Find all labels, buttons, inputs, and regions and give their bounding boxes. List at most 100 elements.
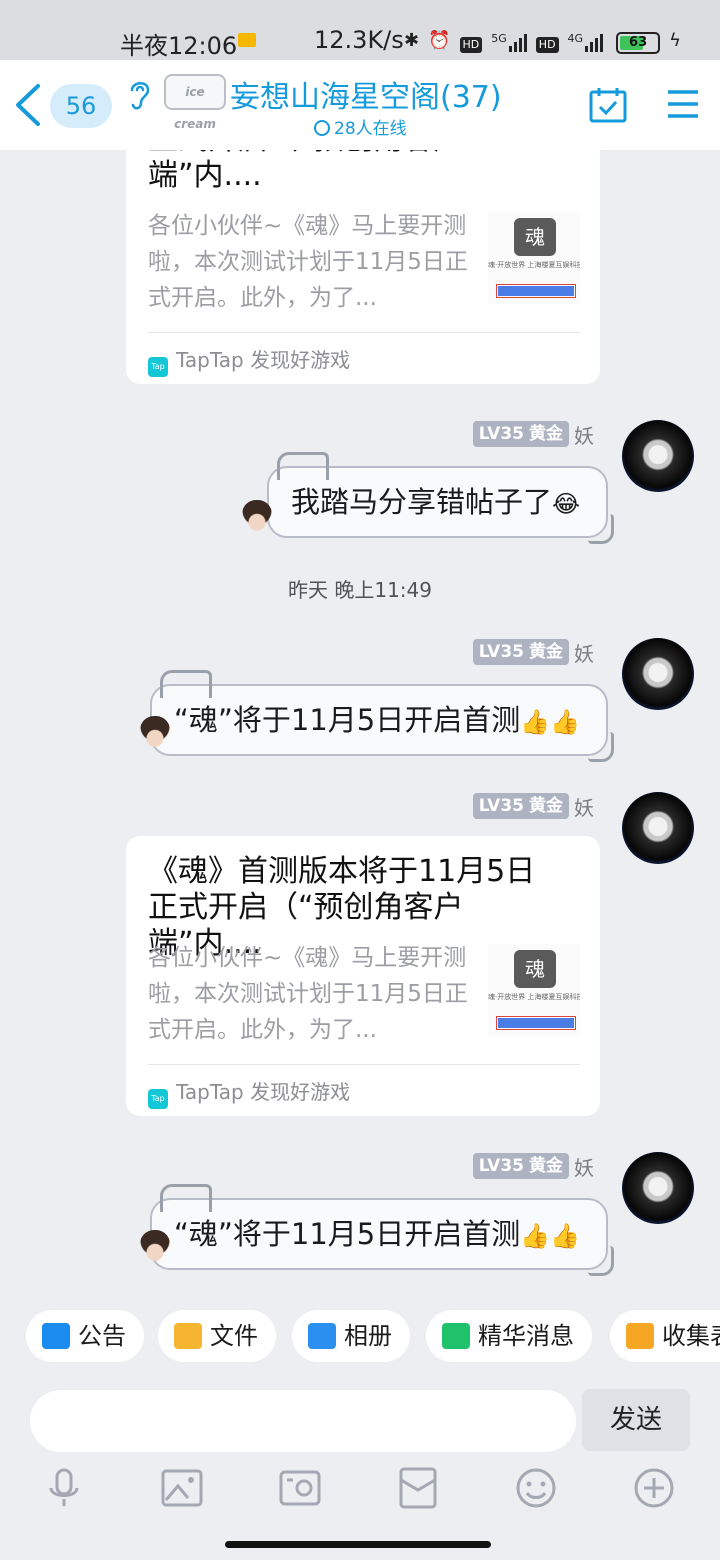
tool-album[interactable]: 相册 bbox=[292, 1310, 410, 1362]
rank-text: 黄金 bbox=[529, 796, 563, 816]
level-text: LV35 bbox=[478, 642, 524, 662]
bubble-decoration bbox=[276, 452, 329, 480]
bubble-decoration-2 bbox=[588, 732, 614, 762]
status-icons: ✱ ⏰ HD 5G HD 4G 63 ϟ bbox=[404, 26, 681, 56]
network-type-label: 5G bbox=[491, 32, 507, 45]
link-card[interactable]: 《魂》首测版本将于11月5日正式开启（“预创角客户端”内.... 各位小伙伴~《… bbox=[126, 836, 600, 1116]
sender-nickname[interactable]: 妖 bbox=[574, 638, 594, 667]
group-title[interactable]: 妄想山海星空阁(37) bbox=[230, 72, 502, 116]
card-divider bbox=[148, 1064, 580, 1065]
tool-label: 相册 bbox=[344, 1322, 392, 1350]
link-card-source: Tap TapTap 发现好游戏 bbox=[148, 1076, 350, 1109]
signal-4g-icon: 4G bbox=[568, 30, 604, 52]
sender-avatar[interactable] bbox=[622, 792, 694, 864]
tool-announcement[interactable]: 公告 bbox=[26, 1310, 144, 1362]
message-emoji: 👍👍 bbox=[520, 1222, 580, 1250]
status-time: 半夜12:06 bbox=[120, 32, 238, 60]
tool-label: 文件 bbox=[210, 1322, 258, 1350]
essence-icon bbox=[442, 1323, 470, 1349]
bubble-chibi-decoration bbox=[140, 1230, 170, 1266]
charging-icon: ϟ bbox=[669, 30, 681, 51]
level-badge: LV35 黄金 bbox=[472, 639, 569, 665]
network-type-label-2: 4G bbox=[567, 32, 584, 45]
camera-icon[interactable] bbox=[278, 1466, 322, 1510]
rank-text: 黄金 bbox=[529, 642, 563, 662]
network-speed: 12.3K/s bbox=[314, 26, 404, 54]
thumbnail-caption: 魂·开放世界 上海楼夏互娱科技有限公司 for iOS bbox=[488, 993, 580, 1001]
menu-icon[interactable] bbox=[666, 88, 700, 120]
hd-badge: HD bbox=[459, 36, 483, 53]
home-indicator[interactable] bbox=[225, 1541, 491, 1548]
message-emoji: 😂 bbox=[551, 490, 580, 518]
folder-icon bbox=[174, 1323, 202, 1349]
message-text: 我踏马分享错帖子了 bbox=[290, 485, 552, 519]
rank-text: 黄金 bbox=[529, 424, 563, 444]
back-arrow-icon[interactable] bbox=[8, 80, 48, 130]
level-badge: LV35 黄金 bbox=[472, 793, 569, 819]
hd-badge-2: HD bbox=[535, 36, 559, 53]
tool-label: 收集表 bbox=[662, 1322, 720, 1350]
card-divider bbox=[148, 332, 580, 333]
online-status-text: 28人在线 bbox=[334, 119, 407, 139]
level-text: LV35 bbox=[478, 1156, 524, 1176]
group-logo: ice cream bbox=[164, 74, 226, 131]
signal-5g-icon: 5G bbox=[491, 30, 527, 52]
game-icon: 魂 bbox=[514, 218, 556, 256]
taptap-icon: Tap bbox=[148, 1089, 168, 1109]
message-bubble[interactable]: 我踏马分享错帖子了😂 bbox=[266, 452, 614, 544]
ear-icon[interactable] bbox=[128, 78, 152, 112]
chat-message-list[interactable]: 《魂》首测版本将于11月5日正式开启（“预创角客户端”内.... 各位小伙伴~《… bbox=[0, 60, 720, 1300]
calendar-icon[interactable] bbox=[588, 86, 628, 124]
link-card-desc: 各位小伙伴~《魂》马上要开测啦，本次测试计划于11月5日正式开启。此外，为了..… bbox=[148, 945, 468, 1043]
bubble-decoration-2 bbox=[588, 1246, 614, 1276]
link-card-source-label: TapTap 发现好游戏 bbox=[176, 348, 351, 372]
level-text: LV35 bbox=[478, 796, 524, 816]
thumbnail-button bbox=[496, 284, 576, 298]
bubble-decoration bbox=[159, 1184, 212, 1212]
message-bubble[interactable]: “魂”将于11月5日开启首测👍👍 bbox=[149, 1184, 614, 1276]
sender-nickname[interactable]: 妖 bbox=[574, 1152, 594, 1181]
form-icon bbox=[626, 1323, 654, 1349]
message-bubble[interactable]: “魂”将于11月5日开启首测👍👍 bbox=[149, 670, 614, 762]
tool-form[interactable]: 收集表 bbox=[610, 1310, 720, 1362]
link-card-source: Tap TapTap 发现好游戏 bbox=[148, 344, 350, 377]
sender-meta: LV35 黄金 妖 bbox=[472, 792, 594, 821]
tool-essence[interactable]: 精华消息 bbox=[426, 1310, 592, 1362]
unread-count-badge[interactable]: 56 bbox=[50, 84, 112, 128]
send-button[interactable]: 发送 bbox=[582, 1389, 690, 1451]
quick-tools-bar[interactable]: 公告 文件 相册 精华消息 收集表 bbox=[0, 1310, 720, 1368]
sender-avatar[interactable] bbox=[622, 638, 694, 710]
message-timestamp: 昨天 晚上11:49 bbox=[288, 578, 432, 602]
tool-files[interactable]: 文件 bbox=[158, 1310, 276, 1362]
sender-meta: LV35 黄金 妖 bbox=[472, 420, 594, 449]
level-text: LV35 bbox=[478, 424, 524, 444]
message-emoji: 👍👍 bbox=[520, 708, 580, 736]
sim-card-icon bbox=[238, 33, 256, 47]
emoji-icon[interactable] bbox=[514, 1466, 558, 1510]
message-text: “魂”将于11月5日开启首测 bbox=[173, 1217, 521, 1251]
battery-percent: 63 bbox=[629, 35, 648, 50]
microphone-icon[interactable] bbox=[42, 1466, 86, 1510]
bubble-decoration-2 bbox=[588, 514, 614, 544]
sender-avatar[interactable] bbox=[622, 420, 694, 492]
message-input[interactable] bbox=[30, 1390, 576, 1452]
thumbnail-caption: 魂·开放世界 上海楼夏互娱科技有限公司 for iOS bbox=[488, 261, 580, 269]
bubble-chibi-decoration bbox=[140, 716, 170, 752]
sender-nickname[interactable]: 妖 bbox=[574, 420, 594, 449]
bluetooth-icon: ✱ bbox=[404, 30, 420, 51]
rank-text: 黄金 bbox=[529, 1156, 563, 1176]
online-status[interactable]: 28人在线 bbox=[314, 114, 407, 139]
link-card-source-label: TapTap 发现好游戏 bbox=[176, 1080, 351, 1104]
input-toolbar bbox=[0, 1466, 720, 1526]
red-packet-icon[interactable] bbox=[396, 1466, 440, 1510]
image-icon[interactable] bbox=[160, 1466, 204, 1510]
plus-icon[interactable] bbox=[632, 1466, 676, 1510]
status-bar: 半夜12:06 12.3K/s ✱ ⏰ HD 5G HD 4G 63 ϟ bbox=[0, 0, 720, 60]
sender-meta: LV35 黄金 妖 bbox=[472, 1152, 594, 1181]
sender-meta: LV35 黄金 妖 bbox=[472, 638, 594, 667]
link-card-thumbnail: 魂 魂·开放世界 上海楼夏互娱科技有限公司 for iOS bbox=[488, 944, 580, 1036]
sender-avatar[interactable] bbox=[622, 1152, 694, 1224]
bubble-chibi-decoration bbox=[242, 500, 272, 536]
sender-nickname[interactable]: 妖 bbox=[574, 792, 594, 821]
tool-label: 精华消息 bbox=[478, 1322, 574, 1350]
